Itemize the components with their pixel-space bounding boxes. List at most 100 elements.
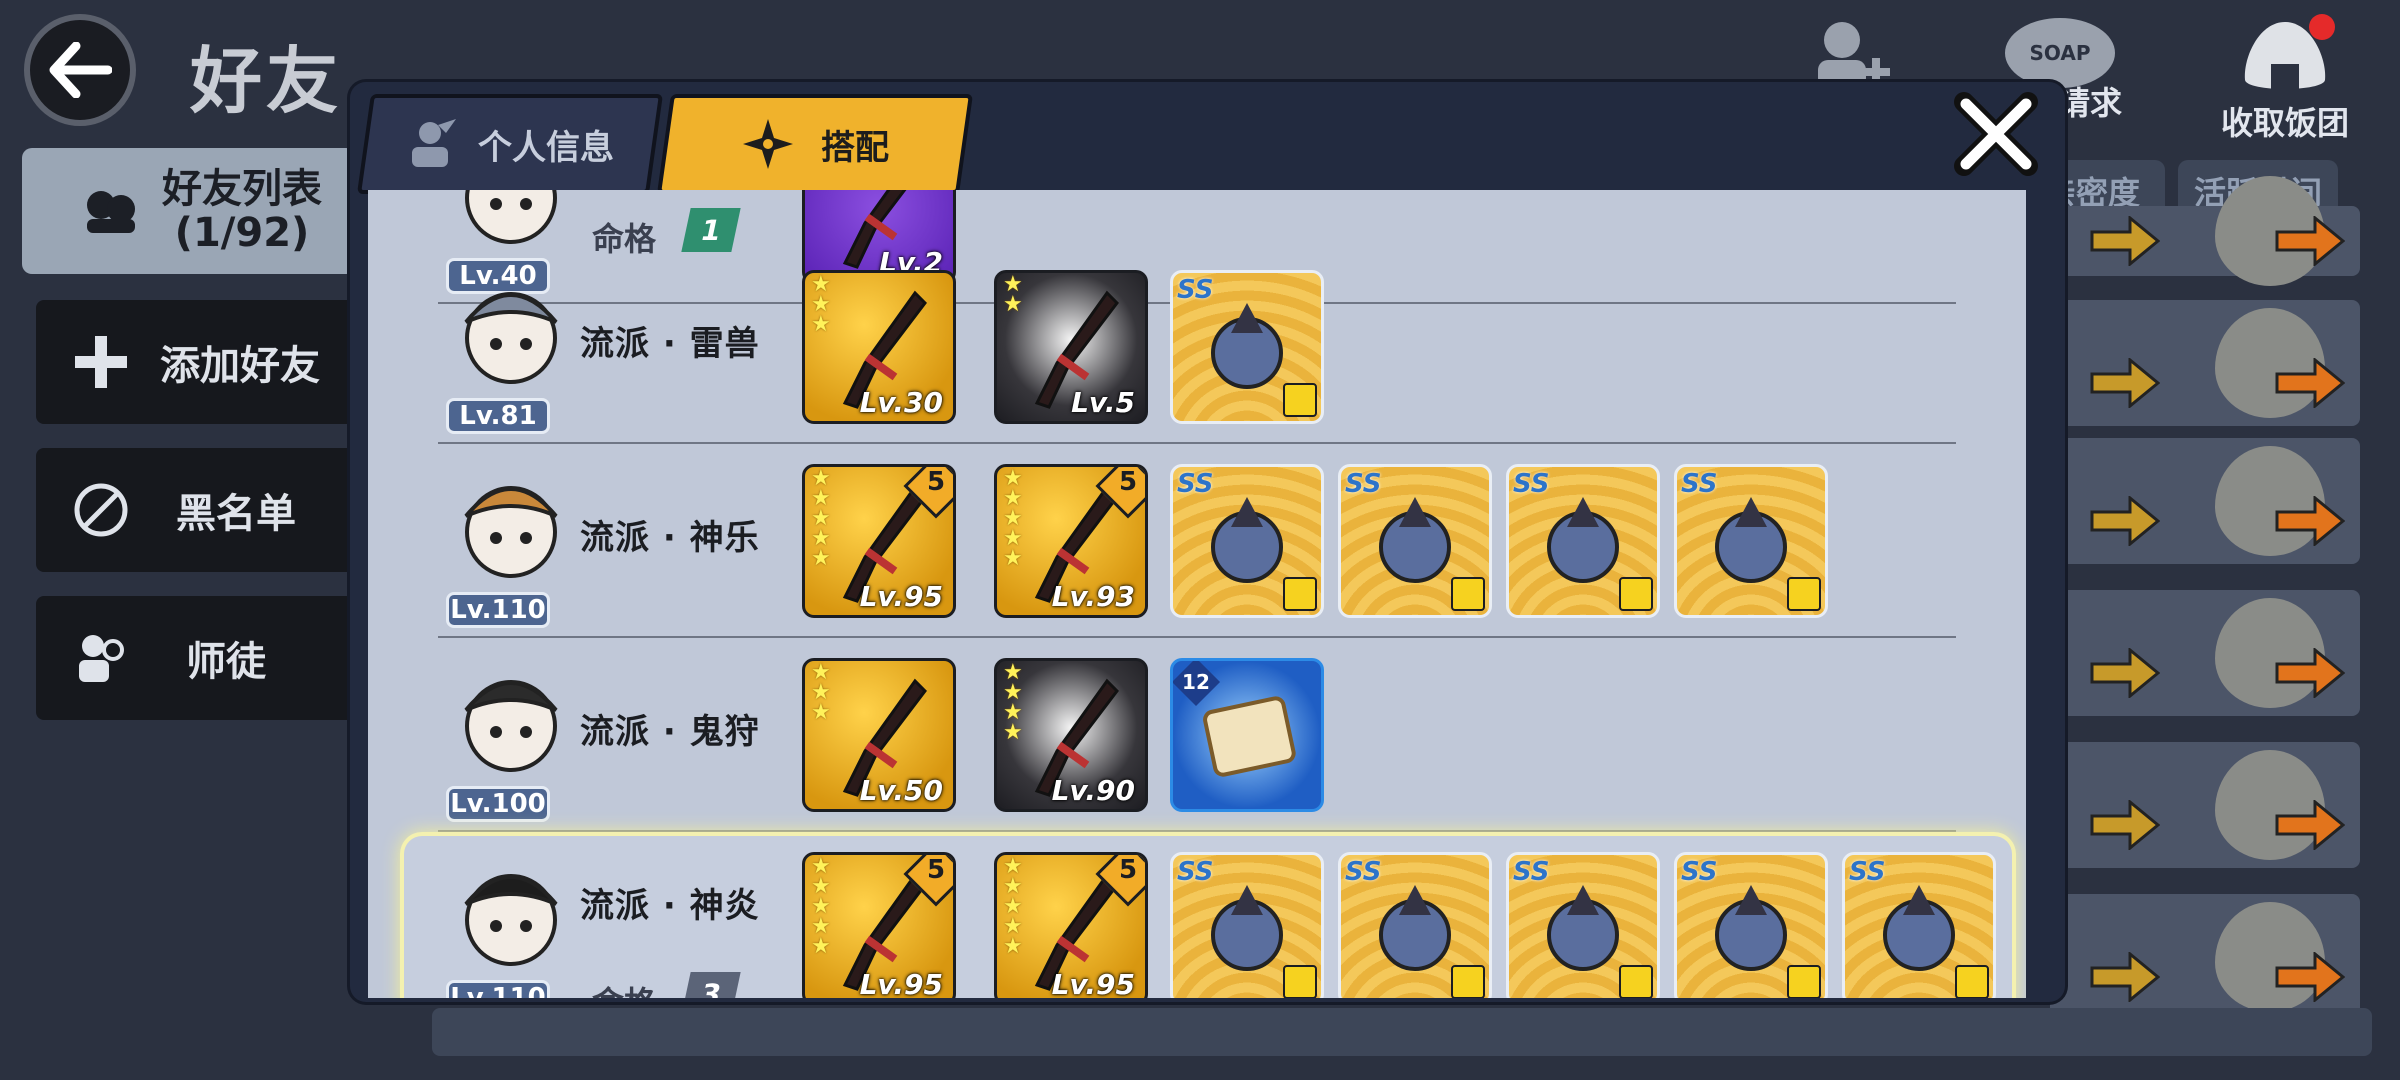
item-level: Lv.50 [859,774,943,807]
page-title: 好友 [190,39,343,123]
item-level: Lv.5 [1071,386,1135,419]
set-corner-icon [1451,965,1485,998]
item-level: Lv.90 [1051,774,1135,807]
add-friend-label: 添加好友 [160,343,320,389]
blacklist-label: 黑名单 [176,491,296,537]
star-rating: ★ ★ ★ ★ ★ [1003,854,1023,959]
arrow-right-icon [2275,952,2345,1002]
level-badge: Lv.100 [446,786,550,822]
level-badge: Lv.110 [446,980,550,998]
tab-personal-info[interactable]: 个人信息 [356,94,664,194]
ss-equipment-slot[interactable]: SS [1338,852,1492,998]
faction-label: 流派 · 雷兽 [580,324,760,364]
star-rating: ★ ★ ★ [811,272,831,337]
collect-rice-ball-label: 收取饭团 [2220,104,2349,142]
arrow-right-icon [2090,648,2160,698]
upgrade-badge-value: 5 [926,466,946,497]
mentor-label: 师徒 [186,639,266,685]
tab-personal-info-label: 个人信息 [478,127,614,168]
rice-ball-icon [2241,14,2335,94]
arrow-right-icon [2090,496,2160,546]
ninja-profile-icon [412,119,456,167]
rarity-tag: SS [1513,857,1550,887]
set-corner-icon [1787,577,1821,611]
avatar [448,462,574,588]
background-friend-row [2050,894,2360,1020]
background-friend-row [2050,176,2360,286]
item-level: Lv.30 [859,386,943,419]
ss-equipment-slot[interactable]: SS [1842,852,1996,998]
weapon-slot[interactable]: ★ ★ Lv.5 [994,270,1148,424]
ss-equipment-slot[interactable]: SS [1170,270,1324,424]
back-button[interactable] [24,14,136,126]
ss-equipment-slot[interactable]: SS [1674,464,1828,618]
weapon-slot[interactable]: ★ ★ ★ ★ ★ 5 Lv.95 [802,464,956,618]
faction-label: 流派 · 神乐 [580,518,760,558]
ss-equipment-slot[interactable]: SS [1170,464,1324,618]
ss-equipment-slot[interactable]: SS [1506,852,1660,998]
ss-equipment-slot[interactable]: SS [1506,464,1660,618]
friend-list-label: 好友列表 [162,166,322,212]
sidebar-item-blacklist[interactable]: 黑名单 [36,448,356,572]
rarity-tag: SS [1177,469,1214,499]
rarity-tag: SS [1177,857,1214,887]
upgrade-badge-value: 5 [1118,854,1138,885]
close-button[interactable] [1950,88,2042,180]
set-corner-icon [1619,965,1653,998]
arrow-right-icon [2275,496,2345,546]
block-icon [66,480,136,540]
plus-icon [66,332,136,392]
item-level: Lv.95 [859,580,943,613]
star-rating: ★ ★ ★ [811,660,831,725]
background-friend-row [2050,742,2360,868]
loadout-row[interactable]: Lv.110 流派 · 神炎命格 3 ★★★★★ 5 Lv.95 ★★★★★ 5 Lv.95 SS… [400,832,2016,998]
sidebar-item-mentor[interactable]: 师徒 [36,596,356,720]
rarity-tag: SS [1345,469,1382,499]
shuriken-icon [743,119,793,169]
tab-loadout-label: 搭配 [821,127,889,168]
item-level: Lv.95 [859,968,943,998]
notification-dot [2309,14,2335,40]
collect-rice-ball-button[interactable]: 收取饭团 [2210,14,2360,144]
ss-equipment-slot[interactable]: SS [1170,852,1324,998]
set-corner-icon [1283,577,1317,611]
loadout-row[interactable]: Lv.81 流派 · 雷兽 ★ ★ ★ Lv.30 ★ ★ Lv.5 SS [368,250,2026,444]
loadout-row[interactable]: Lv.100 流派 · 鬼狩 ★ ★ ★ Lv.50 ★ ★ ★ ★ Lv.90 12 [368,638,2026,832]
background-friend-row [2050,438,2360,564]
set-corner-icon [1283,965,1317,998]
arrow-right-icon [2090,952,2160,1002]
weapon-slot[interactable]: ★ ★ ★ ★ ★ 5 Lv.95 [994,852,1148,998]
fate-label: 命格 [592,978,656,998]
weapon-slot[interactable]: ★ ★ ★ Lv.30 [802,270,956,424]
sidebar-item-friend-list[interactable]: 好友列表 (1/92) [22,148,356,274]
faction-label: 流派 · 神炎 [580,886,760,926]
rarity-tag: SS [1513,469,1550,499]
loadout-list[interactable]: Lv.40 命格 1 Lv.2 Lv.81 流派 · 雷兽 ★ ★ ★ Lv.30 ★ ★ Lv.5 SS… [368,190,2026,998]
set-corner-icon [1955,965,1989,998]
background-list-footer [432,1008,2372,1056]
weapon-slot[interactable]: ★ ★ ★ ★ Lv.90 [994,658,1148,812]
tab-loadout[interactable]: 搭配 [656,94,974,194]
background-friend-row [2050,590,2360,716]
scroll-slot[interactable]: 12 [1170,658,1324,812]
arrow-right-icon [2275,358,2345,408]
set-corner-icon [1451,577,1485,611]
fate-badge: 3 [681,972,741,998]
sidebar-item-add-friend[interactable]: 添加好友 [36,300,356,424]
friends-icon [66,187,156,235]
arrow-right-icon [2275,800,2345,850]
arrow-right-icon [2275,648,2345,698]
arrow-left-icon [49,42,112,98]
mentor-icon [66,628,136,688]
weapon-slot[interactable]: ★ ★ ★ Lv.50 [802,658,956,812]
rarity-tag: SS [1681,857,1718,887]
weapon-slot[interactable]: ★ ★ ★ ★ ★ 5 Lv.93 [994,464,1148,618]
weapon-slot[interactable]: ★ ★ ★ ★ ★ 5 Lv.95 [802,852,956,998]
close-icon [1954,92,2038,176]
set-corner-icon [1619,577,1653,611]
ss-equipment-slot[interactable]: SS [1674,852,1828,998]
ss-equipment-slot[interactable]: SS [1338,464,1492,618]
loadout-row[interactable]: Lv.110 流派 · 神乐 ★ ★ ★ ★ ★ 5 Lv.95 ★ ★ ★ ★ ★ 5 Lv.93 SS SS S… [368,444,2026,638]
arrow-right-icon [2090,358,2160,408]
fate-badge: 1 [681,208,741,252]
